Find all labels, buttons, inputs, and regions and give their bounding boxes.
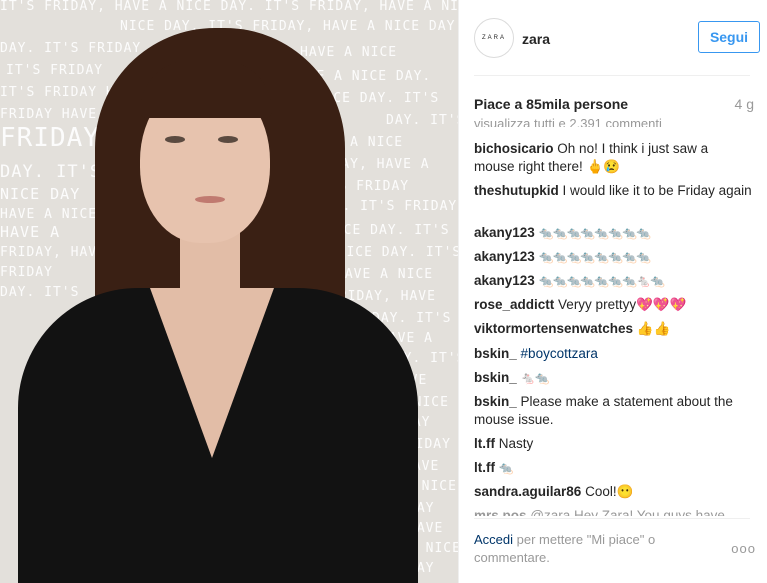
view-all-comments-link[interactable]: visualizza tutti e 2.391 commenti bbox=[474, 118, 662, 127]
comment-text: 👍👍 bbox=[636, 321, 671, 336]
comment-username[interactable]: lt.ff bbox=[474, 436, 495, 451]
username-link[interactable]: zara bbox=[522, 31, 550, 47]
comment-text: I would like it to be Friday again bbox=[562, 183, 752, 198]
comment: rose_addictt Veryy prettyy💖💖💖 bbox=[474, 296, 752, 314]
comment: theshutupkid I would like it to be Frida… bbox=[474, 182, 752, 200]
wall-line: DAY. IT'S bbox=[0, 162, 102, 182]
model-mouth bbox=[195, 196, 225, 203]
comment: bskin_ #boycottzara bbox=[474, 345, 752, 363]
avatar-logo-text: ZARA bbox=[481, 35, 506, 41]
wall-line: HAVE A bbox=[0, 223, 61, 241]
comment: akany123 🐀🐀🐀🐀🐀🐀🐀🐀 bbox=[474, 248, 752, 266]
wall-line: NICE DAY. IT'S FRIDAY, HAVE A NICE DAY. … bbox=[120, 19, 458, 34]
comment-username[interactable]: mrs.pos bbox=[474, 508, 527, 516]
hashtag-link[interactable]: #boycottzara bbox=[521, 346, 598, 361]
wall-line: IT'S FRIDAY, HAVE A NICE DAY. IT'S FRIDA… bbox=[0, 0, 458, 14]
comment-text: Nasty bbox=[498, 436, 534, 451]
comment-username[interactable]: bskin_ bbox=[474, 370, 517, 385]
wall-line: DAY. IT'S bbox=[386, 113, 458, 128]
wall-line: HAVE A NICE bbox=[336, 267, 434, 282]
comment: bskin_ Please make a statement about the… bbox=[474, 393, 752, 429]
comment-username[interactable]: bichosicario bbox=[474, 141, 554, 156]
wall-line: DAY. IT'S bbox=[0, 285, 80, 300]
login-prompt: Accedi per mettere "Mi piace" o commenta… bbox=[474, 531, 704, 567]
comment: bskin_ 🐁🐀 bbox=[474, 369, 752, 387]
post-header: ZARA zara Segui bbox=[474, 14, 760, 60]
model-eye bbox=[218, 136, 238, 143]
comment-username[interactable]: akany123 bbox=[474, 225, 535, 240]
post-photo[interactable]: IT'S FRIDAY, HAVE A NICE DAY. IT'S FRIDA… bbox=[0, 0, 458, 583]
wall-line: IT'S FRIDAY bbox=[6, 63, 104, 78]
wall-line: FRIDAY bbox=[0, 265, 53, 280]
model-eye bbox=[165, 136, 185, 143]
login-link[interactable]: Accedi bbox=[474, 532, 513, 547]
post-side-panel: ZARA zara Segui Piace a 85mila persone 4… bbox=[458, 0, 766, 583]
likes-count[interactable]: Piace a 85mila persone bbox=[474, 96, 628, 112]
comment-username[interactable]: theshutupkid bbox=[474, 183, 559, 198]
comment-text: @zara Hey Zara! You guys have bbox=[530, 508, 725, 516]
comment: akany123 🐀🐀🐀🐀🐀🐀🐀🐁🐀 bbox=[474, 272, 752, 290]
wall-line: FRIDAY, HAVE bbox=[0, 245, 106, 260]
comment: lt.ff Nasty bbox=[474, 435, 752, 453]
comment-username[interactable]: bskin_ bbox=[474, 394, 517, 409]
comment: sandra.aguilar86 Cool!😶 bbox=[474, 483, 752, 501]
comment: lt.ff 🐀 bbox=[474, 459, 752, 477]
wall-line: FRIDAY bbox=[0, 123, 100, 153]
comment-username[interactable]: viktormortensenwatches bbox=[474, 321, 633, 336]
comment: bichosicario Oh no! I think i just saw a… bbox=[474, 140, 752, 176]
comment-username[interactable]: akany123 bbox=[474, 273, 535, 288]
comment-text: 🐀🐀🐀🐀🐀🐀🐀🐁🐀 bbox=[538, 274, 665, 288]
comment-username[interactable]: sandra.aguilar86 bbox=[474, 484, 581, 499]
instagram-post: IT'S FRIDAY, HAVE A NICE DAY. IT'S FRIDA… bbox=[0, 0, 767, 583]
comment-username[interactable]: bskin_ bbox=[474, 346, 517, 361]
comments-list[interactable]: visualizza tutti e 2.391 commenti bichos… bbox=[474, 118, 754, 516]
comment-username[interactable]: akany123 bbox=[474, 249, 535, 264]
model-v-neckline bbox=[150, 288, 274, 458]
comment-text: 🐀🐀🐀🐀🐀🐀🐀🐀 bbox=[538, 226, 652, 240]
wall-line: FRIDAY HAVE bbox=[0, 107, 98, 122]
comment-clipped: mrs.pos @zara Hey Zara! You guys have bbox=[474, 507, 752, 516]
comment: viktormortensenwatches 👍👍 bbox=[474, 320, 752, 338]
comment: akany123 🐀🐀🐀🐀🐀🐀🐀🐀 bbox=[474, 224, 752, 242]
header-divider bbox=[474, 75, 750, 76]
comment-text: Veryy prettyy💖💖💖 bbox=[558, 297, 687, 312]
comment-text: 🐁🐀 bbox=[520, 371, 550, 385]
more-options-icon[interactable]: ooo bbox=[731, 541, 756, 556]
comment-username[interactable]: rose_addictt bbox=[474, 297, 554, 312]
avatar[interactable]: ZARA bbox=[474, 18, 514, 58]
follow-button[interactable]: Segui bbox=[698, 21, 760, 53]
post-age[interactable]: 4 g bbox=[735, 96, 754, 112]
comment-text: Cool!😶 bbox=[585, 484, 634, 499]
wall-line: NICE DAY bbox=[0, 185, 81, 203]
footer-divider bbox=[474, 518, 750, 519]
wall-line: HAVE A NICE bbox=[300, 45, 398, 60]
comment-username[interactable]: lt.ff bbox=[474, 460, 495, 475]
wall-line: DAY. IT'S FRIDAY bbox=[0, 41, 142, 56]
comment-text: 🐀🐀🐀🐀🐀🐀🐀🐀 bbox=[538, 250, 652, 264]
comment-text: 🐀 bbox=[498, 461, 514, 475]
